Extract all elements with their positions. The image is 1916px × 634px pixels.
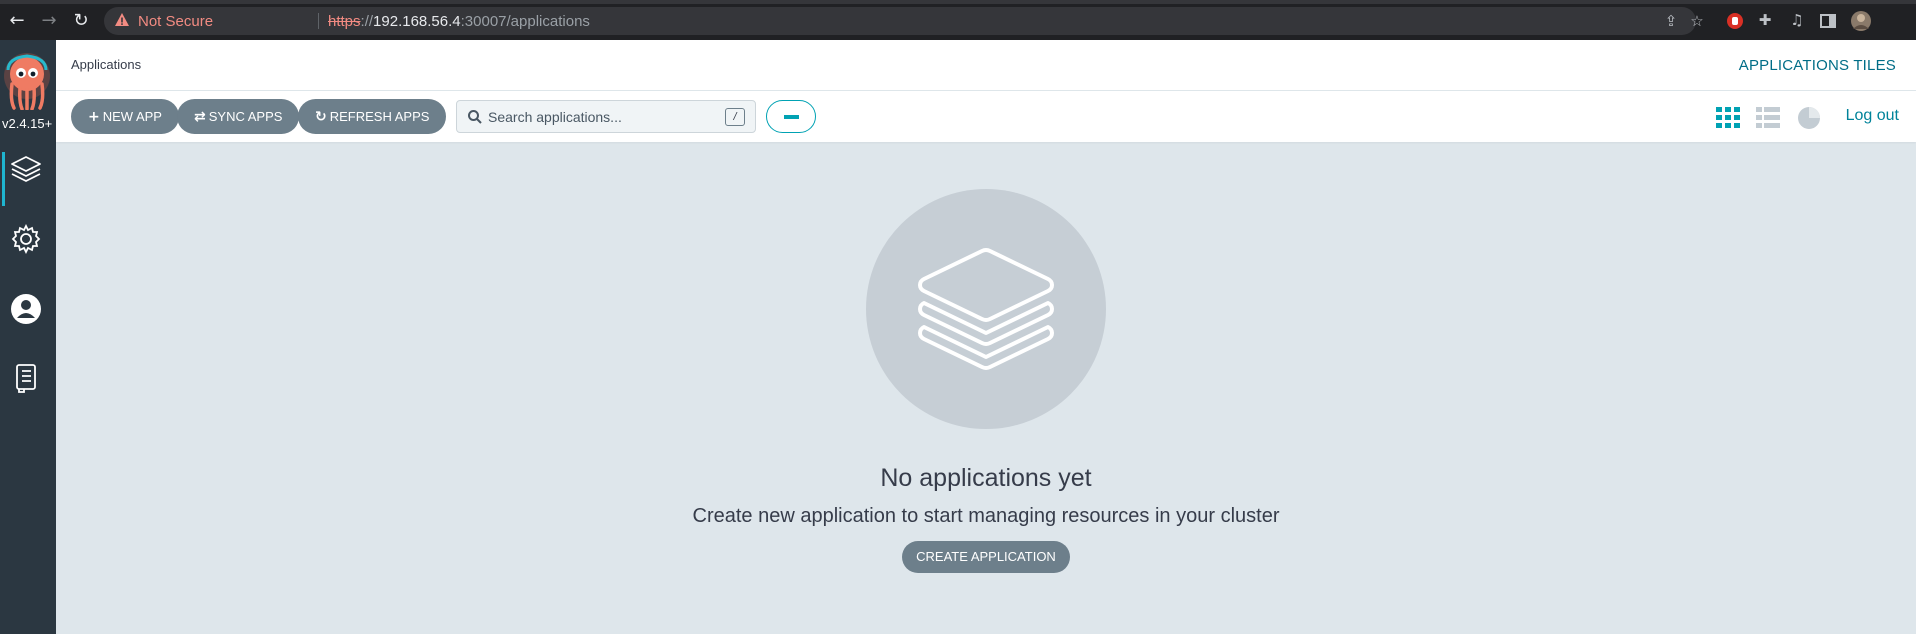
reload-icon[interactable]: ↻ <box>70 10 92 32</box>
empty-state-title: No applications yet <box>880 464 1092 492</box>
tiles-view-icon[interactable] <box>1715 104 1741 130</box>
refresh-apps-label: REFRESH APPS <box>329 109 430 124</box>
new-app-label: NEW APP <box>102 109 162 124</box>
address-separator <box>318 13 319 29</box>
search-input[interactable] <box>488 101 708 132</box>
layers-illustration-icon <box>918 248 1054 370</box>
gear-icon <box>11 223 41 255</box>
logout-link[interactable]: Log out <box>1846 107 1899 125</box>
sync-icon: ⇄ <box>194 109 206 125</box>
warning-icon <box>115 13 129 26</box>
version-label: v2.4.15+ <box>2 116 53 131</box>
plus-icon: + <box>88 109 100 125</box>
media-queue-icon[interactable]: ♫ <box>1788 11 1806 29</box>
apps-toolbar: +NEW APP ⇄SYNC APPS ↻REFRESH APPS / Log … <box>56 91 1916 142</box>
sidebar-item-applications[interactable] <box>8 151 44 187</box>
filters-toggle-button[interactable] <box>766 100 816 133</box>
back-icon[interactable]: ← <box>6 10 28 32</box>
url-sep: :// <box>360 13 374 30</box>
side-panel-icon[interactable] <box>1820 13 1836 29</box>
url-host: 192.168.56.4 <box>373 13 461 30</box>
sidebar-item-documentation[interactable] <box>8 360 44 396</box>
list-view-icon[interactable] <box>1755 104 1781 130</box>
browser-toolbar: ← → ↻ Not Secure https://192.168.56.4:30… <box>0 0 1916 40</box>
share-icon[interactable]: ⇪ <box>1662 12 1680 30</box>
bookmark-star-icon[interactable]: ☆ <box>1688 12 1706 30</box>
create-application-button[interactable]: CREATE APPLICATION <box>902 541 1070 573</box>
address-bar[interactable]: Not Secure https://192.168.56.4:30007/ap… <box>104 7 1704 35</box>
summary-view-pie-icon[interactable] <box>1796 104 1822 130</box>
url-scheme: https <box>328 13 361 30</box>
sync-apps-button[interactable]: ⇄ SYNC APPS <box>177 99 300 134</box>
empty-state-subtitle: Create new application to start managing… <box>692 505 1280 527</box>
sidebar-active-indicator <box>2 152 5 206</box>
url-path: :30007/applications <box>460 13 590 30</box>
refresh-apps-button[interactable]: ↻ REFRESH APPS <box>298 99 447 134</box>
url-text[interactable]: https://192.168.56.4:30007/applications <box>328 13 590 30</box>
layers-icon <box>11 156 41 182</box>
page-title: Applications <box>71 57 142 72</box>
refresh-icon: ↻ <box>315 109 327 125</box>
search-icon <box>468 110 482 124</box>
extension-stop-icon[interactable] <box>1726 12 1744 30</box>
sync-apps-label: SYNC APPS <box>208 109 283 124</box>
search-shortcut-hint: / <box>725 108 745 126</box>
forward-icon[interactable]: → <box>38 10 60 32</box>
search-box[interactable]: / <box>456 100 756 133</box>
empty-state-illustration <box>866 189 1106 429</box>
security-label[interactable]: Not Secure <box>138 13 213 30</box>
page-header: Applications APPLICATIONS TILES <box>56 40 1916 91</box>
profile-avatar-icon[interactable] <box>1850 10 1872 32</box>
left-sidebar: v2.4.15+ <box>0 40 56 634</box>
view-mode-title: APPLICATIONS TILES <box>1738 57 1896 74</box>
extensions-puzzle-icon[interactable]: ✚ <box>1756 11 1774 29</box>
sidebar-item-settings[interactable] <box>8 221 44 257</box>
new-app-button[interactable]: + NEW APP <box>71 99 179 134</box>
docs-icon <box>16 364 36 393</box>
user-icon <box>11 294 41 324</box>
browser-tabstrip <box>0 0 1916 4</box>
filter-icon <box>784 115 799 119</box>
argo-logo-icon[interactable] <box>2 52 52 110</box>
sidebar-item-user-info[interactable] <box>8 291 44 327</box>
